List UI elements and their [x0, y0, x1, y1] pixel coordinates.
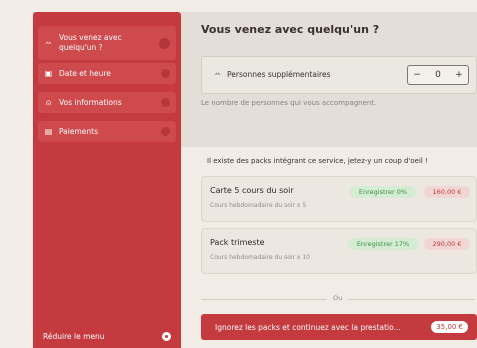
calendar-icon: ▣ — [44, 69, 53, 78]
quantity-stepper: − 0 + — [407, 65, 469, 85]
collapse-icon — [162, 331, 171, 341]
quantity-value[interactable]: 0 — [429, 70, 447, 80]
savings-badge: Enregistrer 0% — [350, 186, 416, 198]
persons-card: ꕀ Personnes supplémentaires − 0 + — [201, 56, 477, 94]
card-icon: ▤ — [44, 127, 53, 136]
pack-description: Cours hebdomadaire du soir x 10 — [210, 254, 311, 261]
pack-name: Pack trimeste — [210, 238, 265, 247]
main-panel: Vous venez avec quelqu'un ? ꕀ Personnes … — [181, 12, 477, 348]
or-label: Ou — [327, 294, 349, 302]
service-price-badge: 35,00 € — [431, 321, 468, 333]
sidebar-item-companions[interactable]: ꕀ Vous venez avec quelqu'un ? — [38, 26, 176, 60]
sidebar-item-label: Vos informations — [59, 97, 122, 107]
sidebar-item-info[interactable]: ⍝ Vos informations — [38, 92, 176, 113]
savings-badge: Enregistrer 17% — [348, 238, 418, 250]
pack-card[interactable]: Carte 5 cours du soir Cours hebdomadaire… — [201, 176, 477, 222]
user-icon: ⍝ — [46, 97, 51, 107]
step-indicator — [161, 98, 170, 107]
sidebar-item-payments[interactable]: ▤ Paiements — [38, 121, 176, 142]
reduce-menu-button[interactable]: Réduire le menu — [43, 330, 171, 342]
pack-card[interactable]: Pack trimeste Cours hebdomadaire du soir… — [201, 228, 477, 274]
step-indicator — [159, 37, 170, 49]
pack-description: Cours hebdomadaire du soir x 5 — [210, 202, 307, 209]
sidebar: ꕀ Vous venez avec quelqu'un ? ▣ Date et … — [33, 12, 181, 348]
sidebar-item-label: Vous venez avec quelqu'un ? — [59, 33, 122, 52]
step-indicator — [161, 69, 170, 78]
sidebar-item-label: Date et heure — [59, 68, 111, 78]
step-indicator — [161, 127, 170, 136]
skip-packs-label: Ignorez les packs et continuez avec la p… — [215, 322, 401, 332]
people-icon: ꕀ — [214, 69, 222, 78]
persons-label: Personnes supplémentaires — [227, 70, 331, 79]
reduce-menu-label: Réduire le menu — [43, 331, 105, 341]
companions-section: Vous venez avec quelqu'un ? ꕀ Personnes … — [181, 12, 477, 147]
skip-packs-button[interactable]: Ignorez les packs et continuez avec la p… — [201, 314, 477, 340]
price-badge: 160,00 € — [424, 186, 470, 198]
page-title: Vous venez avec quelqu'un ? — [201, 23, 380, 36]
price-badge: 290,00 € — [424, 238, 470, 250]
decrement-button[interactable]: − — [408, 70, 426, 80]
pack-name: Carte 5 cours du soir — [210, 186, 294, 195]
people-icon: ꕀ — [44, 38, 53, 47]
persons-hint: Le nombre de personnes qui vous accompag… — [201, 99, 377, 107]
increment-button[interactable]: + — [450, 70, 468, 80]
packs-intro: Il existe des packs intégrant ce service… — [207, 157, 428, 165]
sidebar-item-date[interactable]: ▣ Date et heure — [38, 63, 176, 84]
sidebar-item-label: Paiements — [59, 126, 99, 136]
